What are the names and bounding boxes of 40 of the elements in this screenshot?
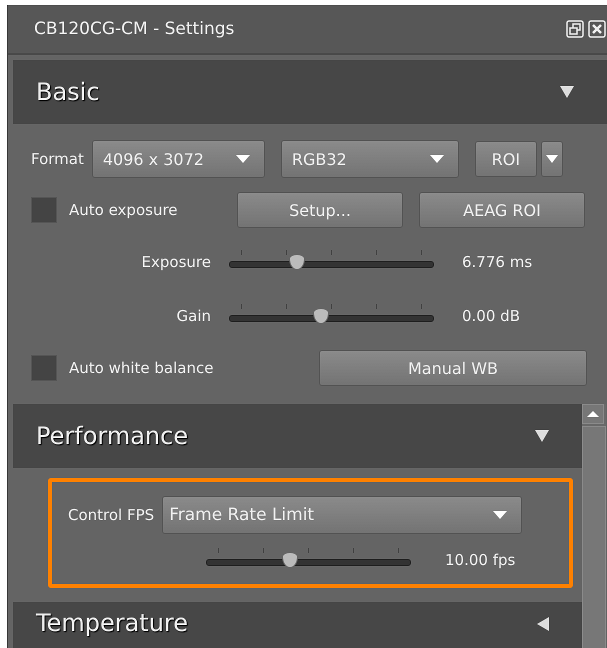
checkbox[interactable] bbox=[31, 197, 57, 223]
slider-thumb[interactable] bbox=[282, 552, 298, 568]
collapse-icon[interactable] bbox=[559, 85, 575, 99]
scroll-up-icon[interactable] bbox=[582, 404, 604, 424]
slider-value: 10.00 fps bbox=[445, 551, 516, 569]
checkbox[interactable] bbox=[31, 355, 57, 381]
button[interactable]: Setup... bbox=[237, 192, 403, 228]
section-header[interactable]: Performance bbox=[13, 404, 582, 468]
control-fps-label: Control FPS bbox=[68, 506, 154, 524]
pixel-format-dropdown[interactable]: RGB32 bbox=[280, 140, 459, 178]
close-icon[interactable] bbox=[588, 20, 606, 38]
restore-icon[interactable] bbox=[566, 20, 584, 38]
slider-label: Exposure bbox=[140, 253, 211, 271]
dropdown-arrow-icon bbox=[236, 155, 250, 163]
section-title: Temperature bbox=[36, 608, 188, 638]
checkbox-label: Auto white balance bbox=[69, 359, 214, 377]
roi-button[interactable]: ROI bbox=[474, 141, 537, 177]
dropdown-arrow-icon bbox=[430, 155, 444, 163]
section-header[interactable]: Basic bbox=[13, 60, 607, 124]
slider-value: 6.776 ms bbox=[462, 253, 532, 271]
checkbox-label: Auto exposure bbox=[69, 201, 179, 219]
section-title: Performance bbox=[36, 422, 188, 450]
window-title: CB120CG-CM - Settings bbox=[34, 19, 234, 39]
expand-icon[interactable] bbox=[536, 616, 550, 632]
slider-label: Gain bbox=[176, 307, 211, 325]
roi-menu-button[interactable] bbox=[540, 141, 563, 177]
slider-thumb[interactable] bbox=[288, 254, 305, 270]
section-title: Basic bbox=[36, 78, 100, 106]
resolution-dropdown[interactable]: 4096 x 3072 bbox=[92, 140, 265, 178]
button[interactable]: AEAG ROI bbox=[419, 192, 585, 228]
scrollbar[interactable] bbox=[582, 404, 606, 648]
fps-mode-dropdown[interactable]: Frame Rate Limit bbox=[162, 496, 522, 534]
dropdown-arrow-icon bbox=[493, 511, 508, 519]
slider-thumb[interactable] bbox=[313, 308, 330, 324]
collapse-icon[interactable] bbox=[534, 429, 550, 443]
format-label: Format bbox=[31, 150, 84, 168]
manual-wb-button[interactable]: Manual WB bbox=[319, 350, 587, 386]
section-header[interactable]: Temperature bbox=[13, 602, 582, 648]
slider-value: 0.00 dB bbox=[462, 307, 520, 325]
dropdown-arrow-icon bbox=[546, 155, 558, 163]
